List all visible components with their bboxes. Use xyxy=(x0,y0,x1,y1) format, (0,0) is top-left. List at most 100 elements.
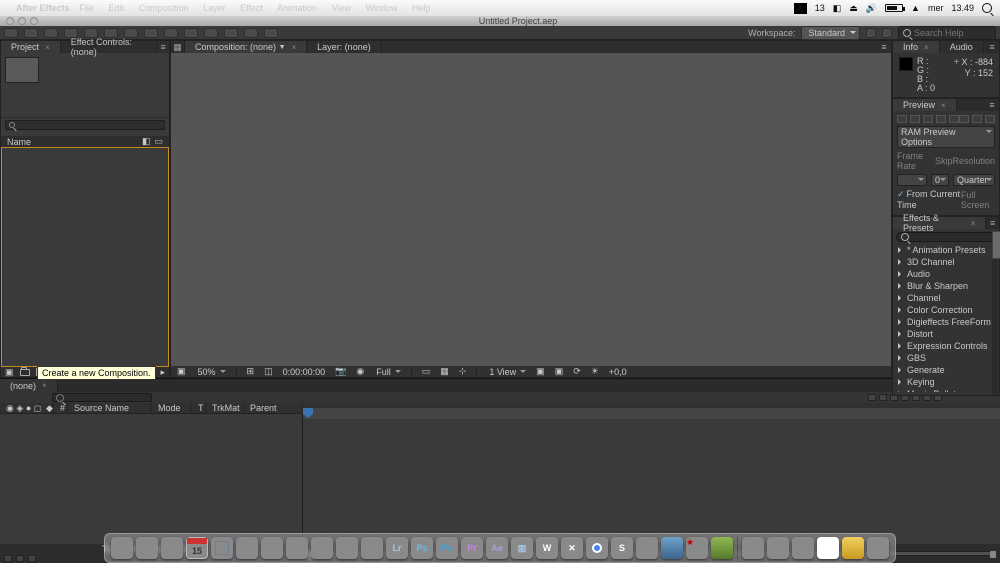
loop-button[interactable] xyxy=(972,115,982,123)
disclosure-triangle-icon[interactable] xyxy=(898,307,904,313)
effects-category[interactable]: Channel xyxy=(896,292,996,304)
effects-category[interactable]: Color Correction xyxy=(896,304,996,316)
dock-stack[interactable] xyxy=(842,537,864,559)
dock-app[interactable] xyxy=(636,537,658,559)
roi-icon[interactable]: ▭ xyxy=(422,366,431,377)
effects-scrollbar[interactable] xyxy=(992,231,998,394)
dock-folder[interactable] xyxy=(792,537,814,559)
tool-anchor[interactable] xyxy=(104,28,118,38)
tool-brush[interactable] xyxy=(184,28,198,38)
tool-roto[interactable] xyxy=(244,28,258,38)
menubar-volume-icon[interactable]: 🔊 xyxy=(866,3,877,14)
effects-category[interactable]: Magic Bullet xyxy=(896,388,996,392)
effects-category[interactable]: Blur & Sharpen xyxy=(896,280,996,292)
from-current-time-checkbox[interactable]: ✓From Current Time xyxy=(897,189,961,210)
menu-view[interactable]: View xyxy=(332,3,351,13)
disclosure-triangle-icon[interactable] xyxy=(898,367,904,373)
col-label[interactable]: ◆ xyxy=(40,403,54,414)
dock-premiere[interactable]: Pr xyxy=(461,537,483,559)
col-mode[interactable]: Mode xyxy=(152,403,192,414)
timeline-search[interactable] xyxy=(52,393,152,402)
panel-menu-icon[interactable] xyxy=(985,99,999,111)
timecode[interactable]: 0:00:00:00 xyxy=(283,367,326,377)
spotlight-icon[interactable] xyxy=(982,3,992,13)
disclosure-triangle-icon[interactable] xyxy=(898,271,904,277)
menubar-day[interactable]: mer xyxy=(928,3,944,13)
exposure-icon[interactable]: ☀ xyxy=(591,366,599,377)
col-trkmat[interactable]: TrkMat xyxy=(206,403,244,414)
dock-folder[interactable] xyxy=(742,537,764,559)
timeline-tab[interactable]: (none)× xyxy=(0,379,58,392)
project-items-list[interactable] xyxy=(1,147,169,367)
disclosure-triangle-icon[interactable] xyxy=(898,379,904,385)
effects-category[interactable]: Distort xyxy=(896,328,996,340)
menubar-icon[interactable]: ◧ xyxy=(833,3,842,14)
timeline-toggle-button[interactable] xyxy=(28,555,36,562)
tool-rotate[interactable] xyxy=(64,28,78,38)
menu-file[interactable]: File xyxy=(80,3,95,13)
dock-folder[interactable] xyxy=(767,537,789,559)
ram-preview-options-dropdown[interactable]: RAM Preview Options xyxy=(897,126,995,148)
tab-close-icon[interactable]: × xyxy=(292,43,297,52)
menu-help[interactable]: Help xyxy=(412,3,431,13)
effects-category[interactable]: Expression Controls xyxy=(896,340,996,352)
col-t[interactable]: T xyxy=(192,403,206,414)
dock-dashboard[interactable] xyxy=(136,537,158,559)
tab-effect-controls[interactable]: Effect Controls: (none) xyxy=(61,41,158,53)
disclosure-triangle-icon[interactable] xyxy=(898,331,904,337)
time-ruler[interactable] xyxy=(303,408,1000,419)
mute-button[interactable] xyxy=(959,115,969,123)
dock-chrome[interactable] xyxy=(586,537,608,559)
play-button[interactable] xyxy=(923,115,933,123)
dock-preferences[interactable] xyxy=(361,537,383,559)
tab-layer[interactable]: Layer: (none) xyxy=(307,41,382,53)
panel-menu-icon[interactable] xyxy=(877,41,891,53)
window-zoom[interactable] xyxy=(30,17,38,25)
tab-project[interactable]: Project× xyxy=(1,41,61,53)
disclosure-triangle-icon[interactable] xyxy=(898,355,904,361)
ram-preview-button[interactable] xyxy=(985,115,995,123)
footer-icon[interactable]: ▣ xyxy=(177,366,186,377)
tab-close-icon[interactable]: × xyxy=(42,381,47,390)
project-columns-header[interactable]: Name ◧▭ xyxy=(1,136,169,147)
dock-ical[interactable]: 15 xyxy=(186,537,208,559)
menubar-time[interactable]: 13.49 xyxy=(951,3,974,13)
tool-shape[interactable] xyxy=(124,28,138,38)
col-parent[interactable]: Parent xyxy=(244,403,303,414)
disclosure-triangle-icon[interactable] xyxy=(898,247,904,253)
battery-icon[interactable] xyxy=(885,4,903,12)
tab-preview[interactable]: Preview× xyxy=(893,99,957,111)
tab-close-icon[interactable]: × xyxy=(941,101,946,110)
tool-type[interactable] xyxy=(164,28,178,38)
comp-nav-icon[interactable]: ▦ xyxy=(171,41,185,53)
timeline-toggle-button[interactable] xyxy=(4,555,12,562)
views-dropdown[interactable]: 1 View xyxy=(487,367,526,377)
tab-close-icon[interactable]: × xyxy=(971,219,976,228)
framerate-dropdown[interactable] xyxy=(897,174,927,186)
disclosure-triangle-icon[interactable] xyxy=(898,343,904,349)
workspace-dropdown[interactable]: Standard xyxy=(801,26,860,40)
disclosure-triangle-icon[interactable] xyxy=(898,319,904,325)
dock-app[interactable] xyxy=(286,537,308,559)
timeline-option-button[interactable] xyxy=(879,394,887,401)
resolution-dropdown[interactable]: Quarter xyxy=(953,174,995,186)
window-close[interactable] xyxy=(6,17,14,25)
timeline-tracks[interactable] xyxy=(303,414,1000,544)
dock-garageband[interactable] xyxy=(311,537,333,559)
disclosure-triangle-icon[interactable] xyxy=(898,391,904,392)
first-frame-button[interactable] xyxy=(897,115,907,123)
effects-category[interactable]: Digieffects FreeForm xyxy=(896,316,996,328)
dock-app[interactable] xyxy=(661,537,683,559)
dock-app[interactable] xyxy=(336,537,358,559)
window-minimize[interactable] xyxy=(18,17,26,25)
tool-hand[interactable] xyxy=(24,28,38,38)
dock-safari[interactable] xyxy=(161,537,183,559)
footer-icon[interactable]: ▣ xyxy=(555,366,564,377)
menu-animation[interactable]: Animation xyxy=(277,3,317,13)
menubar-icon[interactable]: ⏏ xyxy=(849,3,858,14)
dropdown-icon[interactable]: ▼ xyxy=(279,44,286,51)
adobe-notifier-icon[interactable]: A xyxy=(794,3,807,14)
panel-menu-icon[interactable] xyxy=(985,41,999,53)
col-tag-icon[interactable]: ◧ xyxy=(142,136,151,147)
tab-composition[interactable]: Composition: (none) ▼× xyxy=(185,41,307,53)
